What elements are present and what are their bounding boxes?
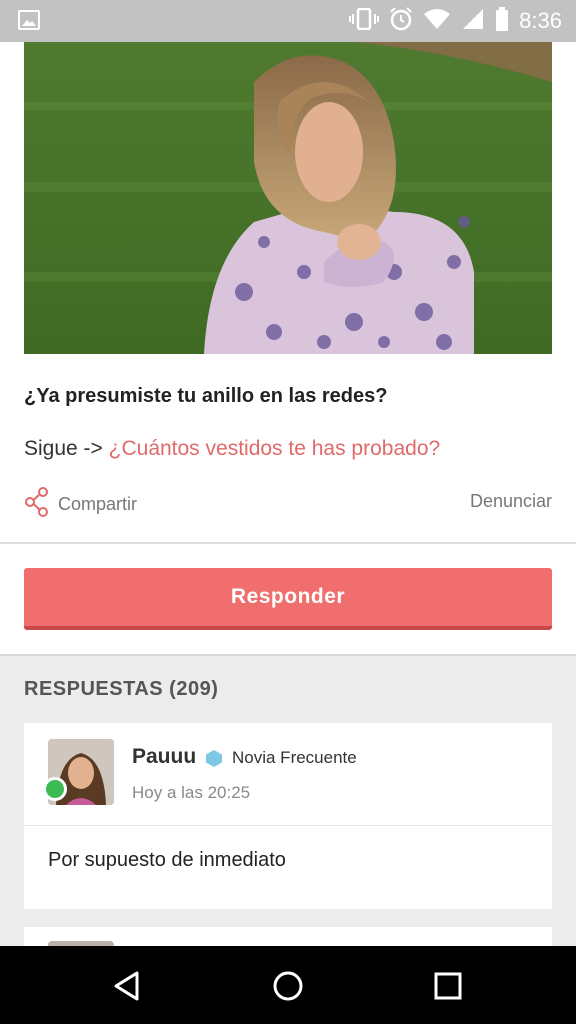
- gallery-icon: [18, 10, 40, 30]
- signal-icon: [461, 8, 485, 35]
- status-bar: 8:36: [0, 0, 576, 42]
- post-question: ¿Ya presumiste tu anillo en las redes?: [24, 385, 388, 407]
- back-icon[interactable]: [108, 966, 148, 1006]
- answers-heading: RESPUESTAS (209): [24, 678, 219, 700]
- hexagon-badge-icon: [206, 750, 222, 772]
- divider: [24, 825, 552, 826]
- follow-prefix: Sigue ->: [24, 437, 109, 460]
- alarm-icon: [389, 6, 413, 36]
- answer-text: Por supuesto de inmediato: [48, 849, 286, 871]
- post-image[interactable]: [24, 42, 552, 354]
- share-button[interactable]: Compartir: [24, 487, 137, 522]
- author-name[interactable]: Pauuu: [132, 745, 196, 769]
- battery-icon: [495, 6, 509, 36]
- follow-link[interactable]: ¿Cuántos vestidos te has probado?: [109, 437, 441, 460]
- member-badge: Novia Frecuente: [232, 748, 357, 767]
- vibrate-icon: [349, 7, 380, 35]
- online-status-indicator: [43, 777, 67, 801]
- reply-section: Responder: [0, 544, 576, 654]
- home-icon[interactable]: [268, 966, 308, 1006]
- navigation-bar: [0, 946, 576, 1024]
- recent-apps-icon[interactable]: [428, 966, 468, 1006]
- post-card: ¿Ya presumiste tu anillo en las redes? S…: [0, 42, 576, 542]
- reply-button[interactable]: Responder: [24, 568, 552, 630]
- follow-line: Sigue -> ¿Cuántos vestidos te has probad…: [24, 437, 440, 461]
- answer-card[interactable]: Pauuu Novia Frecuente Hoy a las 20:25 Po…: [24, 723, 552, 909]
- share-icon: [24, 487, 50, 522]
- wifi-icon: [423, 8, 451, 35]
- share-label: Compartir: [58, 494, 138, 514]
- status-time: 8:36: [519, 8, 562, 33]
- report-link[interactable]: Denunciar: [470, 491, 552, 512]
- answer-timestamp: Hoy a las 20:25: [132, 783, 251, 802]
- divider: [0, 654, 576, 656]
